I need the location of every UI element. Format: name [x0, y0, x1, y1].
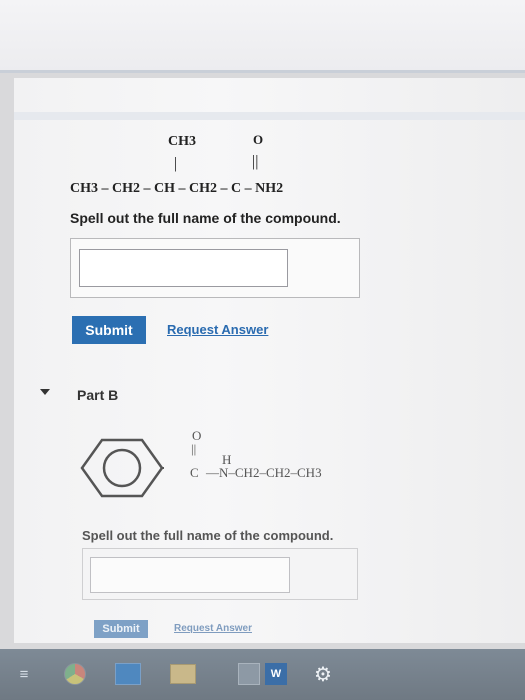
part-b-answer-input[interactable]	[90, 557, 290, 593]
carbonyl-carbon: C	[190, 465, 199, 480]
amide-chain: —N–CH2–CH2–CH3	[206, 465, 322, 480]
part-b-submit-button[interactable]: Submit	[94, 620, 148, 638]
part-a-question: Spell out the full name of the compound.	[70, 210, 341, 226]
methyl-substituent: CH3	[168, 134, 196, 149]
part-b-request-answer-link[interactable]: Request Answer	[174, 623, 252, 634]
double-bond: ||	[252, 153, 259, 170]
chrome-icon[interactable]	[62, 662, 88, 686]
word-letter: W	[265, 663, 287, 685]
single-bond: |	[174, 155, 178, 172]
part-b-title[interactable]: Part B	[77, 387, 118, 403]
part-b-question: Spell out the full name of the compound.	[82, 528, 334, 543]
word-icon[interactable]: W	[262, 662, 290, 686]
carbonyl-oxygen: O	[253, 132, 264, 147]
collapse-caret-icon[interactable]	[40, 389, 50, 395]
part-a-answer-input[interactable]	[79, 249, 288, 287]
part-a-molecule: CH3 O | || CH3 – CH2 – CH – CH2 – C – NH…	[0, 0, 525, 200]
file-explorer-icon[interactable]	[168, 662, 198, 686]
double-bond: ||	[191, 441, 197, 456]
settings-icon[interactable]: ⚙	[309, 662, 337, 686]
store-icon[interactable]	[113, 662, 143, 686]
benzene-ring-icon	[80, 438, 164, 498]
calculator-icon[interactable]	[236, 662, 262, 686]
start-icon[interactable]: ≡	[10, 662, 38, 686]
part-a-submit-button[interactable]: Submit	[72, 316, 146, 344]
part-a-request-answer-link[interactable]: Request Answer	[167, 322, 268, 337]
main-chain: CH3 – CH2 – CH – CH2 – C – NH2	[70, 181, 284, 196]
